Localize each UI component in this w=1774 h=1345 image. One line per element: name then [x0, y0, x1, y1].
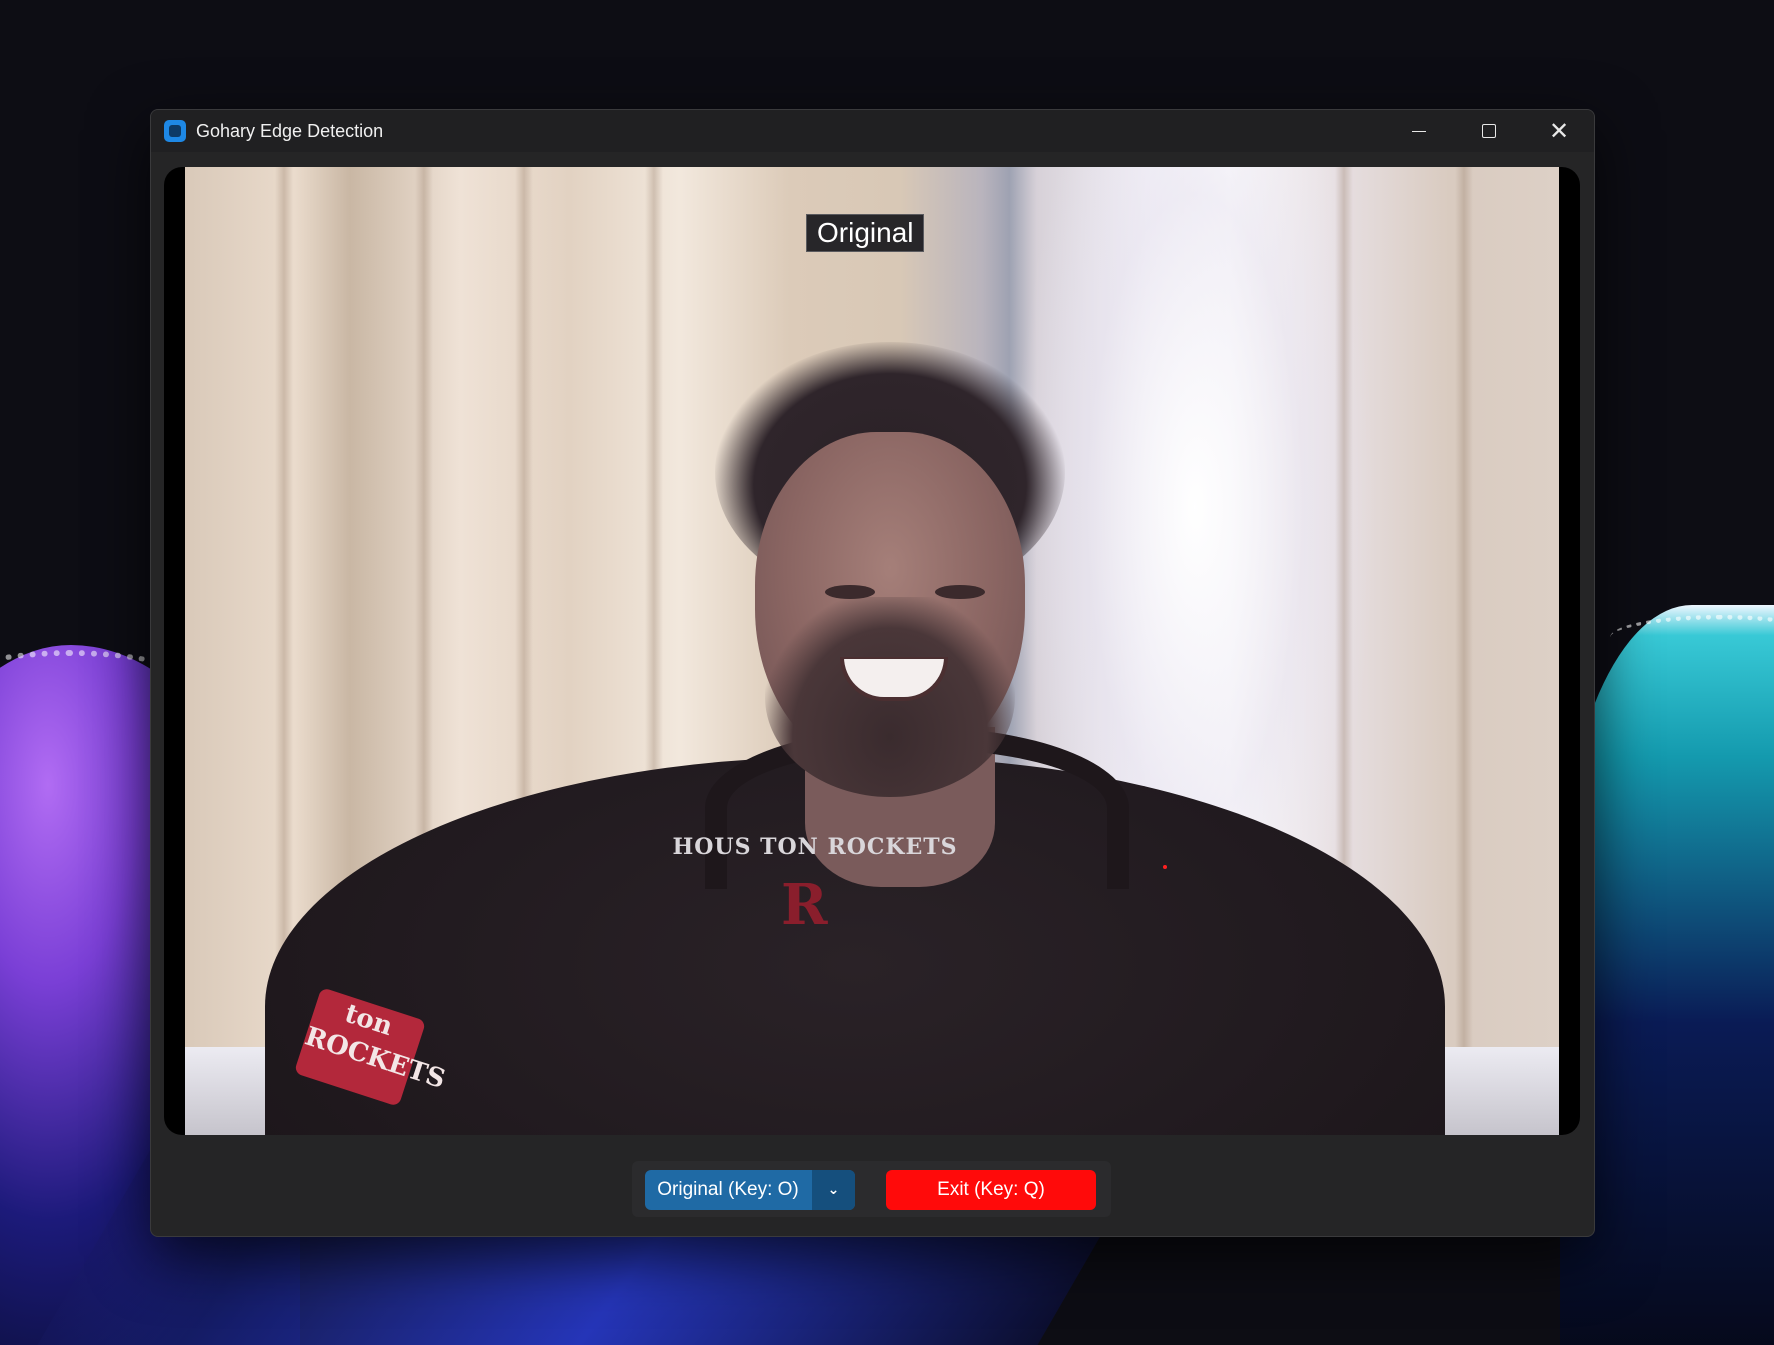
eye-right: [935, 585, 985, 599]
maximize-icon: [1482, 124, 1496, 138]
close-icon: ✕: [1548, 117, 1570, 145]
window-title: Gohary Edge Detection: [196, 121, 384, 141]
controls-bar: Original (Key: O) ⌄ Exit (Key: Q): [632, 1161, 1111, 1217]
mode-dropdown-value[interactable]: Original (Key: O): [645, 1170, 811, 1210]
shirt-text: HOUS TON ROCKETS: [672, 834, 958, 860]
video-mode-label: Original: [806, 214, 925, 252]
webcam-feed: HOUS TON ROCKETS R ton ROCKETS Original: [185, 167, 1559, 1135]
rockets-logo: R: [781, 872, 828, 938]
red-dot: [1163, 865, 1167, 869]
close-button[interactable]: ✕: [1524, 110, 1594, 152]
maximize-button[interactable]: [1454, 110, 1524, 152]
exit-button[interactable]: Exit (Key: Q): [886, 1170, 1096, 1210]
desktop: Gohary Edge Detection ✕ HOUS TON ROCKETS…: [0, 0, 1774, 1345]
minimize-button[interactable]: [1384, 110, 1454, 152]
curtain-fold: [1455, 167, 1473, 1135]
chevron-down-icon[interactable]: ⌄: [812, 1170, 855, 1210]
title-bar[interactable]: Gohary Edge Detection ✕: [151, 110, 1594, 152]
app-icon: [164, 120, 186, 142]
app-window: Gohary Edge Detection ✕ HOUS TON ROCKETS…: [150, 109, 1595, 1237]
mode-dropdown[interactable]: Original (Key: O) ⌄: [645, 1170, 855, 1210]
minimize-icon: [1412, 131, 1426, 132]
eye-left: [825, 585, 875, 599]
video-frame: HOUS TON ROCKETS R ton ROCKETS Original: [164, 167, 1580, 1135]
